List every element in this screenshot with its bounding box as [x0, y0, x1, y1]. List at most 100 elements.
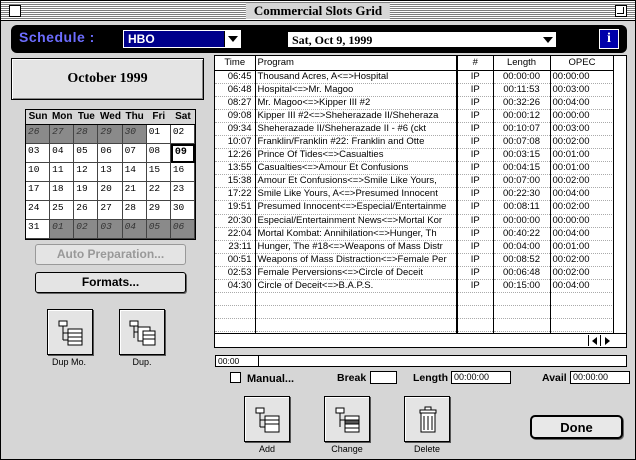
- calendar-day[interactable]: 03: [98, 220, 123, 239]
- scroll-right-icon[interactable]: [600, 335, 612, 346]
- calendar-day[interactable]: 07: [122, 144, 147, 163]
- table-row-empty[interactable]: [215, 318, 615, 333]
- column-header-length[interactable]: Length: [493, 56, 551, 71]
- table-row[interactable]: 08:27 Mr. Magoo<=>Kipper III #2 IP 00:32:26…: [215, 96, 615, 110]
- formats-button[interactable]: Formats...: [35, 272, 186, 293]
- calendar-day[interactable]: 30: [122, 125, 147, 144]
- date-select[interactable]: Sat, Oct 9, 1999: [287, 31, 557, 48]
- scroll-left-icon[interactable]: [588, 335, 600, 346]
- calendar-day[interactable]: 16: [170, 163, 195, 182]
- calendar-day[interactable]: 20: [98, 182, 123, 201]
- calendar-day[interactable]: 04: [50, 144, 75, 163]
- table-row[interactable]: 22:04 Mortal Kombat: Annihilation<=>Hunge…: [215, 227, 615, 241]
- table-row-empty[interactable]: [215, 305, 615, 320]
- calendar-day[interactable]: 23: [170, 182, 195, 201]
- break-field[interactable]: [370, 371, 397, 384]
- avail-field[interactable]: 00:00:00: [570, 371, 630, 384]
- manual-checkbox[interactable]: [230, 372, 241, 383]
- calendar-day[interactable]: 02: [170, 125, 195, 144]
- calendar-day[interactable]: 06: [98, 144, 123, 163]
- calendar-day[interactable]: 19: [74, 182, 99, 201]
- change-button[interactable]: [324, 396, 370, 442]
- done-button[interactable]: Done: [530, 415, 623, 439]
- column-header-program[interactable]: Program: [255, 56, 458, 71]
- table-row[interactable]: 23:11 Hunger, The #18<=>Weapons of Mass D…: [215, 240, 615, 254]
- calendar-day[interactable]: 26: [74, 201, 99, 220]
- cell-code: [457, 305, 494, 320]
- calendar-day[interactable]: 26: [26, 125, 51, 144]
- calendar-day-selected[interactable]: 09: [170, 144, 195, 163]
- auto-preparation-button[interactable]: Auto Preparation...: [35, 244, 186, 265]
- title-bar[interactable]: Commercial Slots Grid: [1, 1, 635, 21]
- vertical-scrollbar[interactable]: [613, 56, 626, 347]
- table-row[interactable]: 02:53 Female Perversions<=>Circle of Dece…: [215, 266, 615, 281]
- calendar-day[interactable]: 04: [122, 220, 147, 239]
- calendar-day[interactable]: 28: [122, 201, 147, 220]
- column-header-time[interactable]: Time: [215, 56, 256, 71]
- calendar-day[interactable]: 08: [146, 144, 171, 163]
- calendar-day[interactable]: 18: [50, 182, 75, 201]
- table-row[interactable]: 04:30 Circle of Deceit<=>B.A.P.S. IP 00:15:…: [215, 279, 615, 294]
- calendar-day[interactable]: 15: [146, 163, 171, 182]
- length-field[interactable]: 00:00:00: [451, 371, 511, 384]
- calendar-day[interactable]: 31: [26, 220, 51, 239]
- table-row[interactable]: 00:51 Weapons of Mass Distraction<=>Femal…: [215, 253, 615, 267]
- cell-code: [457, 318, 494, 333]
- calendar-day[interactable]: 11: [50, 163, 75, 182]
- table-row[interactable]: 20:30 Especial/Entertainment News<=>Morta…: [215, 214, 615, 228]
- dup-button[interactable]: [119, 309, 165, 355]
- cell-program: [255, 318, 458, 333]
- table-row[interactable]: 10:07 Franklin/Franklin #22: Franklin and…: [215, 135, 615, 150]
- cell-program: Hunger, The #18<=>Weapons of Mass Distr: [255, 240, 458, 254]
- table-row[interactable]: 06:45 Thousand Acres, A<=>Hospital IP 00:00…: [215, 70, 615, 84]
- time-input[interactable]: 00:00: [215, 355, 627, 367]
- channel-select[interactable]: HBO: [123, 30, 241, 48]
- calendar-day[interactable]: 03: [26, 144, 51, 163]
- cell-opec: [550, 318, 615, 333]
- calendar-day[interactable]: 24: [26, 201, 51, 220]
- table-row[interactable]: 15:38 Amour Et Confusions<=>Smile Like Yo…: [215, 174, 615, 189]
- calendar-day[interactable]: 17: [26, 182, 51, 201]
- calendar-day[interactable]: 29: [98, 125, 123, 144]
- table-row[interactable]: 12:26 Prince Of Tides<=>Casualties IP 00:03…: [215, 148, 615, 163]
- add-button[interactable]: [244, 396, 290, 442]
- calendar-day[interactable]: 22: [146, 182, 171, 201]
- info-button[interactable]: i: [599, 29, 619, 49]
- calendar-day[interactable]: 28: [74, 125, 99, 144]
- calendar-day[interactable]: 21: [122, 182, 147, 201]
- calendar-day[interactable]: 05: [74, 144, 99, 163]
- calendar-day[interactable]: 01: [50, 220, 75, 239]
- cell-opec: 00:00:00: [550, 109, 615, 123]
- calendar-day[interactable]: 27: [50, 125, 75, 144]
- table-row[interactable]: 17:22 Smile Like Yours, A<=>Presumed Inno…: [215, 187, 615, 202]
- calendar-day[interactable]: 30: [170, 201, 195, 220]
- zoom-box[interactable]: [615, 5, 627, 17]
- table-row[interactable]: 09:34 Sheherazade II/Sheherazade II - #6 …: [215, 122, 615, 136]
- table-row[interactable]: 06:48 Hospital<=>Mr. Magoo IP 00:11:53 00:03…: [215, 83, 615, 97]
- calendar-day[interactable]: 27: [98, 201, 123, 220]
- delete-button[interactable]: [404, 396, 450, 442]
- close-box[interactable]: [9, 5, 21, 17]
- dup-mo-button[interactable]: [47, 309, 93, 355]
- calendar-day[interactable]: 12: [74, 163, 99, 182]
- manual-checkbox-row[interactable]: Manual...: [230, 372, 294, 385]
- calendar-day[interactable]: 01: [146, 125, 171, 144]
- calendar-day[interactable]: 05: [146, 220, 171, 239]
- calendar-day[interactable]: 06: [170, 220, 195, 239]
- calendar: Sun Mon Tue Wed Thu Fri Sat 26 27 28 29 30 01 02 03 04…: [25, 109, 196, 240]
- cell-opec: 00:01:00: [550, 161, 615, 176]
- table-row[interactable]: 09:08 Kipper III #2<=>Sheherazade II/Sheh…: [215, 109, 615, 123]
- calendar-day[interactable]: 29: [146, 201, 171, 220]
- table-row[interactable]: 13:55 Casualties<=>Amour Et Confusions IP 0…: [215, 161, 615, 176]
- calendar-day[interactable]: 25: [50, 201, 75, 220]
- horizontal-scrollbar[interactable]: [215, 333, 626, 347]
- calendar-day[interactable]: 10: [26, 163, 51, 182]
- column-header-code[interactable]: #: [457, 56, 494, 71]
- table-row-empty[interactable]: [215, 292, 615, 307]
- calendar-day[interactable]: 02: [74, 220, 99, 239]
- cell-time: 23:11: [215, 240, 256, 254]
- column-header-opec[interactable]: OPEC: [550, 56, 615, 71]
- table-row[interactable]: 19:51 Presumed Innocent<=>Especial/Entert…: [215, 200, 615, 215]
- calendar-day[interactable]: 13: [98, 163, 123, 182]
- calendar-day[interactable]: 14: [122, 163, 147, 182]
